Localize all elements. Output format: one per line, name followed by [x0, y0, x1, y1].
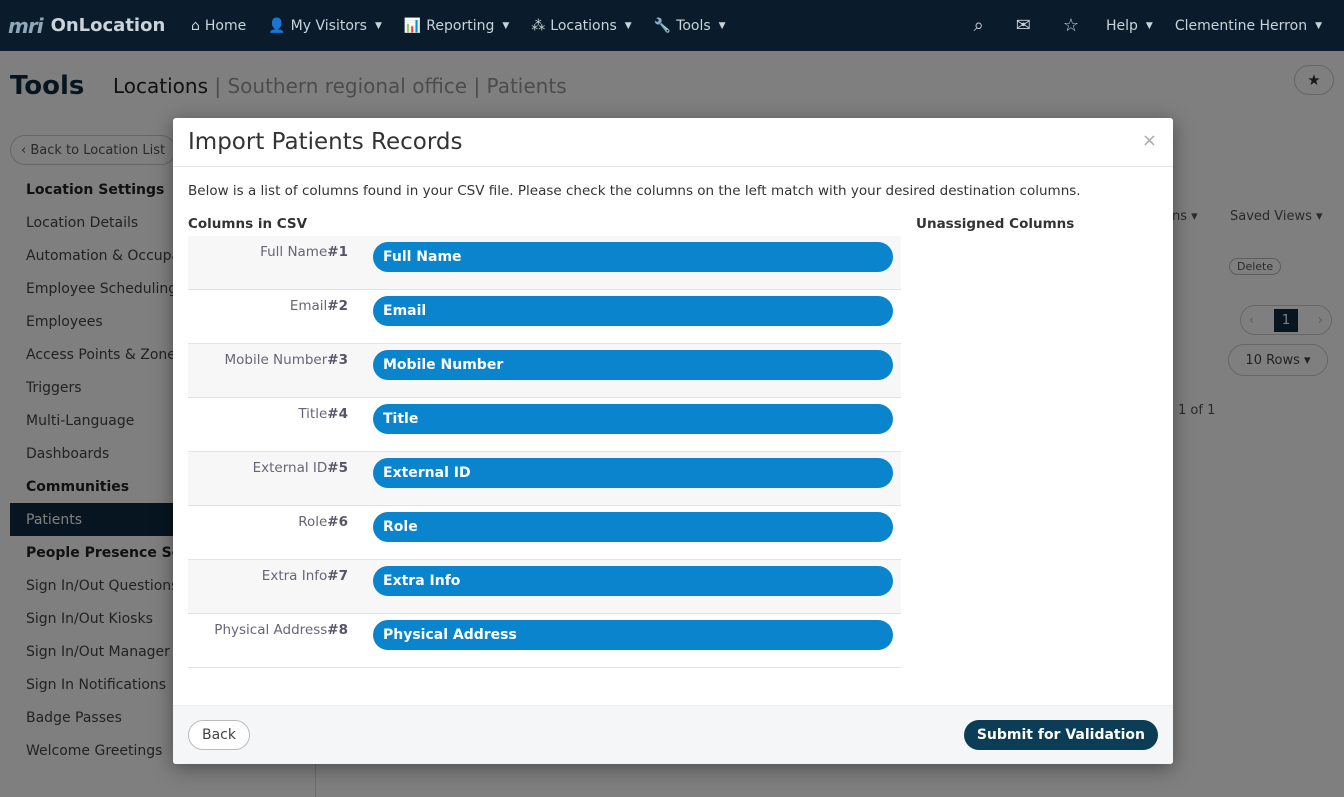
csv-column-label: Role#6: [188, 506, 348, 530]
csv-column-label: Title#4: [188, 398, 348, 422]
nav-my-visitors-label: My Visitors: [290, 17, 367, 34]
mapping-row: Full Name#1 Full Name: [188, 236, 901, 290]
csv-column-label: External ID#5: [188, 452, 348, 476]
brand-logo[interactable]: mri OnLocation: [0, 14, 180, 38]
nav-help[interactable]: Help ▼: [1095, 0, 1164, 51]
envelope-icon[interactable]: ✉: [1000, 15, 1047, 36]
user-name: Clementine Herron: [1174, 17, 1308, 34]
mapping-row: Title#4 Title: [188, 398, 901, 452]
chevron-down-icon: ▼: [1315, 20, 1322, 31]
chevron-down-icon: ▼: [624, 20, 632, 31]
csv-column-index: #7: [327, 568, 348, 584]
user-menu[interactable]: Clementine Herron ▼: [1164, 0, 1344, 51]
csv-column-index: #3: [327, 352, 348, 368]
csv-column-name: Title: [298, 406, 328, 422]
mapping-row: Mobile Number#3 Mobile Number: [188, 344, 901, 398]
network-icon: ⁂: [531, 17, 546, 34]
csv-column-index: #6: [327, 514, 348, 530]
submit-for-validation-button[interactable]: Submit for Validation: [963, 720, 1158, 750]
csv-column-index: #2: [327, 298, 348, 314]
import-modal: Import Patients Records × Below is a lis…: [173, 118, 1173, 764]
modal-intro: Below is a list of columns found in your…: [188, 183, 1081, 199]
mapping-list: Full Name#1 Full Name Email#2 Email Mobile N…: [188, 236, 901, 668]
nav-tools-label: Tools: [676, 17, 711, 34]
csv-column-label: Mobile Number#3: [188, 344, 348, 368]
unassigned-columns-heading: Unassigned Columns: [916, 216, 1075, 232]
star-icon[interactable]: ☆: [1047, 15, 1095, 36]
csv-column-index: #4: [327, 406, 348, 422]
csv-column-name: Full Name: [260, 244, 328, 260]
csv-column-name: Role: [298, 514, 328, 530]
csv-column-index: #1: [327, 244, 348, 260]
nav-locations[interactable]: ⁂ Locations ▼: [520, 0, 642, 51]
destination-column-pill[interactable]: Title: [373, 404, 893, 434]
mapping-row: Email#2 Email: [188, 290, 901, 344]
unassigned-columns: Unassigned Columns: [916, 216, 1074, 668]
modal-body: Below is a list of columns found in your…: [173, 167, 1173, 705]
chevron-down-icon: ▼: [1145, 20, 1153, 31]
csv-column-index: #8: [327, 622, 348, 638]
modal-header: Import Patients Records ×: [173, 118, 1173, 167]
nav-reporting-label: Reporting: [426, 17, 495, 34]
destination-column-pill[interactable]: Mobile Number: [373, 350, 893, 380]
csv-column-label: Email#2: [188, 290, 348, 314]
csv-column-name: Mobile Number: [224, 352, 328, 368]
csv-column-name: Extra Info: [261, 568, 328, 584]
csv-column-label: Full Name#1: [188, 236, 348, 260]
nav-my-visitors[interactable]: 👤 My Visitors ▼: [257, 0, 393, 51]
brand-name: OnLocation: [50, 15, 166, 36]
nav-help-label: Help: [1105, 17, 1138, 34]
csv-column-label: Physical Address#8: [188, 614, 348, 638]
destination-column-pill[interactable]: Email: [373, 296, 893, 326]
csv-columns-heading: Columns in CSV: [188, 216, 308, 232]
modal-footer: Back Submit for Validation: [173, 705, 1173, 764]
nav-home[interactable]: ⌂ Home: [180, 0, 257, 51]
chevron-down-icon: ▼: [718, 20, 726, 31]
destination-column-pill[interactable]: External ID: [373, 458, 893, 488]
brand-mark: mri: [8, 13, 44, 38]
csv-column-name: External ID: [252, 460, 328, 476]
csv-columns: Columns in CSV Full Name#1 Full Name Email…: [188, 216, 901, 668]
destination-column-pill[interactable]: Extra Info: [373, 566, 893, 596]
modal-title: Import Patients Records: [188, 129, 463, 155]
mapping-row: Extra Info#7 Extra Info: [188, 560, 901, 614]
nav-locations-label: Locations: [550, 17, 617, 34]
top-nav: mri OnLocation ⌂ Home 👤 My Visitors ▼ 📊 …: [0, 0, 1344, 51]
csv-column-index: #5: [327, 460, 348, 476]
back-button[interactable]: Back: [188, 720, 250, 750]
chart-icon: 📊: [403, 17, 422, 34]
destination-column-pill[interactable]: Full Name: [373, 242, 893, 272]
user-icon: 👤: [268, 17, 286, 34]
mapping-row: Physical Address#8 Physical Address: [188, 614, 901, 668]
chevron-down-icon: ▼: [374, 20, 382, 31]
csv-column-name: Physical Address: [214, 622, 328, 638]
nav-tools[interactable]: 🔧 Tools ▼: [643, 0, 737, 51]
home-icon: ⌂: [191, 17, 200, 34]
close-icon[interactable]: ×: [1142, 130, 1157, 151]
nav-reporting[interactable]: 📊 Reporting ▼: [393, 0, 520, 51]
wrench-icon: 🔧: [653, 17, 672, 34]
csv-column-label: Extra Info#7: [188, 560, 348, 584]
mapping-row: Role#6 Role: [188, 506, 901, 560]
chevron-down-icon: ▼: [502, 20, 510, 31]
destination-column-pill[interactable]: Role: [373, 512, 893, 542]
search-icon[interactable]: ⌕: [958, 15, 1000, 36]
csv-column-name: Email: [289, 298, 328, 314]
mapping-row: External ID#5 External ID: [188, 452, 901, 506]
nav-home-label: Home: [204, 17, 247, 34]
destination-column-pill[interactable]: Physical Address: [373, 620, 893, 650]
